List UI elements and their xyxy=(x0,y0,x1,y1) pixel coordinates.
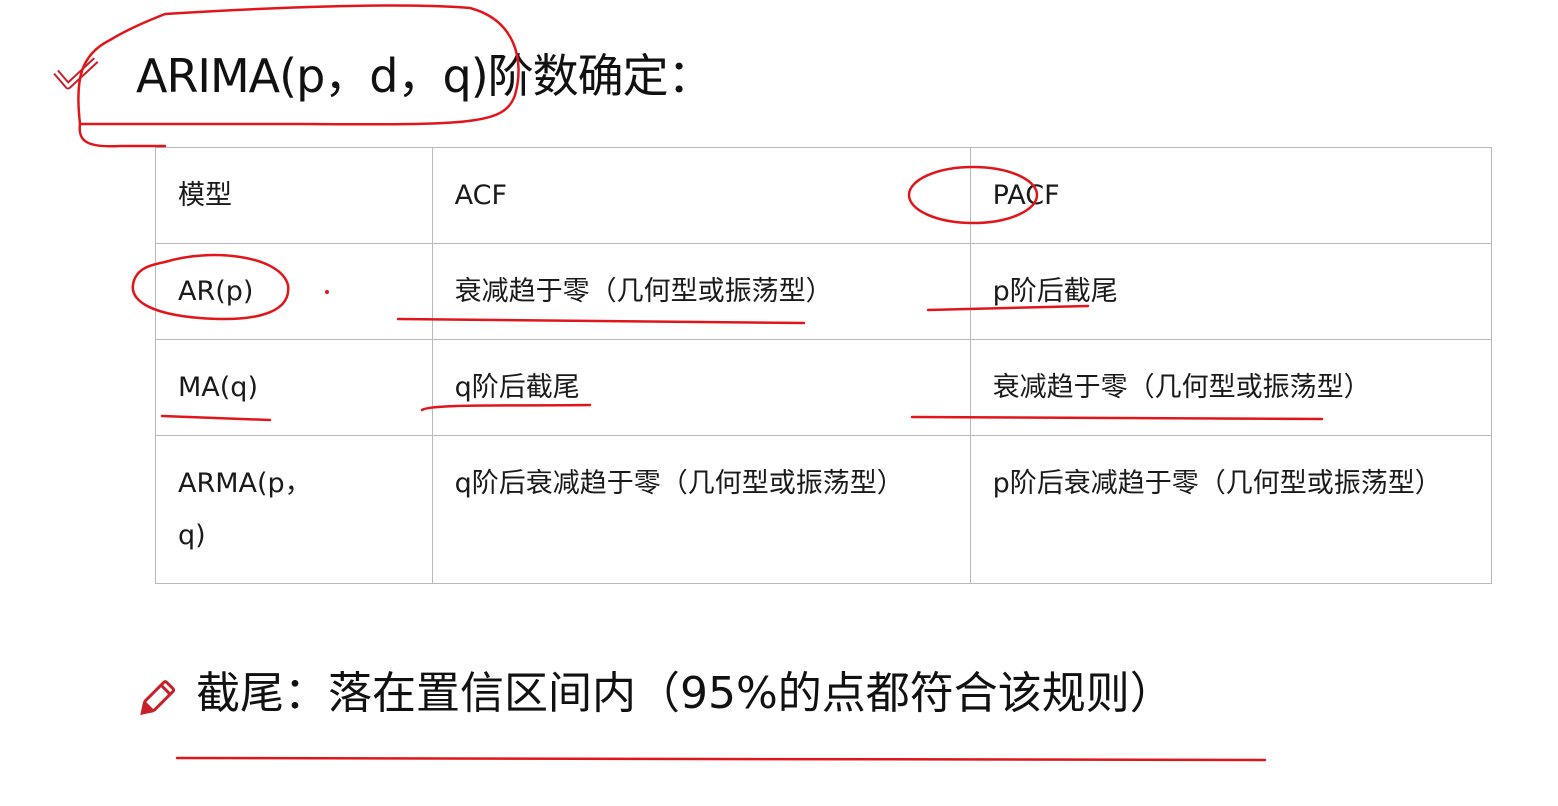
table-header-row: 模型 ACF PACF xyxy=(155,147,1492,244)
truncation-note: 截尾：落在置信区间内（95%的点都符合该规则） xyxy=(196,668,1174,719)
cell-model: ARMA(p，q) xyxy=(155,435,433,584)
cell-model: AR(p) xyxy=(155,243,433,340)
table-row: ARMA(p，q) q阶后衰减趋于零（几何型或振荡型） p阶后衰减趋于零（几何型… xyxy=(155,435,1492,584)
checkmark-icon xyxy=(53,57,99,90)
title-circle-tail xyxy=(78,122,167,148)
table-row: AR(p) 衰减趋于零（几何型或振荡型） p阶后截尾 xyxy=(155,243,1492,340)
cell-acf: 衰减趋于零（几何型或振荡型） xyxy=(431,243,971,340)
cell-pacf: p阶后衰减趋于零（几何型或振荡型） xyxy=(969,435,1492,584)
page-title: ARIMA(p，d，q)阶数确定： xyxy=(136,49,714,103)
cell-model: MA(q) xyxy=(155,339,433,436)
header-pacf: PACF xyxy=(969,147,1492,244)
header-acf: ACF xyxy=(431,147,971,244)
cell-acf: q阶后截尾 xyxy=(431,339,971,436)
cell-pacf: 衰减趋于零（几何型或振荡型） xyxy=(969,339,1492,436)
header-model: 模型 xyxy=(155,147,433,244)
arima-order-table: 模型 ACF PACF AR(p) 衰减趋于零（几何型或振荡型） p阶后截尾 M… xyxy=(155,147,1492,584)
cell-pacf: p阶后截尾 xyxy=(969,243,1492,340)
underline-note xyxy=(175,756,1267,762)
pencil-icon xyxy=(140,680,176,716)
cell-acf: q阶后衰减趋于零（几何型或振荡型） xyxy=(431,435,971,584)
table-row: MA(q) q阶后截尾 衰减趋于零（几何型或振荡型） xyxy=(155,339,1492,436)
